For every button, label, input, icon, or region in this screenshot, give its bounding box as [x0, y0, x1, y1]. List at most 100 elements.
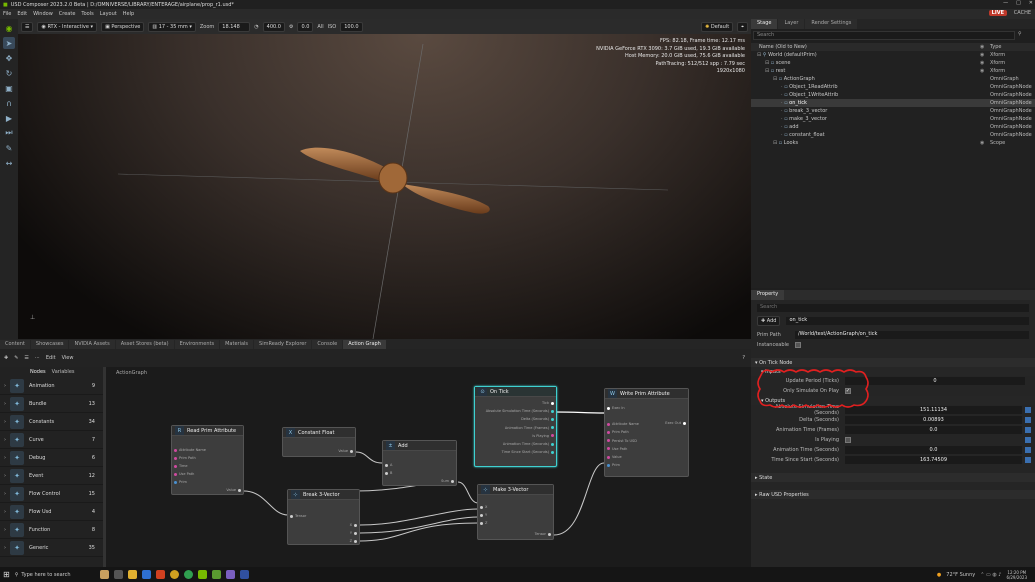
add-icon[interactable]: ✚	[4, 355, 8, 361]
focal-field[interactable]: 400.0	[262, 21, 285, 32]
taskbar-search[interactable]: ⚲ Type here to search	[15, 572, 95, 578]
edit-icon[interactable]: ✎	[14, 355, 18, 361]
chevron-right-icon[interactable]: ›	[0, 419, 10, 425]
stage-row-break-3-vector[interactable]: · ▫ break_3_vector OmniGraphNode	[751, 107, 1035, 115]
tab-nodes[interactable]: Nodes	[30, 369, 46, 375]
chevron-right-icon[interactable]: ›	[0, 401, 10, 407]
category-flow-control[interactable]: › ✦ Flow Control 15	[0, 485, 103, 503]
tab-render-settings[interactable]: Render Settings	[805, 19, 858, 29]
ag-view-menu[interactable]: View	[62, 355, 74, 361]
stage-row-world-defaultprim-[interactable]: ⊟ ⚲ World (defaultPrim) ◉ Xform	[751, 51, 1035, 59]
instanceable-checkbox[interactable]	[795, 342, 801, 348]
help-icon[interactable]: ?	[742, 355, 745, 361]
section-raw-usd[interactable]: ▸ Raw USD Properties	[751, 490, 1035, 499]
output-value[interactable]: 0.00893	[845, 416, 1022, 424]
windows-start-icon[interactable]: ⊞	[3, 570, 10, 579]
nvidia-app-icon[interactable]	[211, 570, 221, 579]
close-icon[interactable]: ✕	[1029, 0, 1033, 6]
visibility-eye-icon[interactable]: ◉	[980, 140, 990, 146]
tab-content[interactable]: Content	[0, 340, 30, 349]
visibility-eye-icon[interactable]: ◉	[980, 68, 990, 74]
gear-icon[interactable]: ⚙	[289, 24, 293, 30]
tab-stage[interactable]: Stage	[751, 19, 778, 29]
stage-row-rest[interactable]: ⊟ ▫ rest ◉ Xform	[751, 67, 1035, 75]
is-playing-checkbox[interactable]	[845, 437, 851, 443]
prim-name-field[interactable]: on_tick	[786, 317, 1029, 325]
menu-window[interactable]: Window	[33, 11, 53, 17]
expand-icon[interactable]: ⊟	[757, 52, 761, 58]
menu-edit[interactable]: Edit	[17, 11, 27, 17]
add-button[interactable]: ✚ Add	[757, 316, 781, 326]
stage-row-object-1readattrib[interactable]: · ▫ Object_1ReadAttrib OmniGraphNode	[751, 83, 1035, 91]
tab-action-graph[interactable]: Action Graph	[343, 340, 386, 349]
keyframe-icon[interactable]	[1025, 447, 1031, 453]
settings-button[interactable]: ☰	[21, 21, 34, 32]
category-constants[interactable]: › ✦ Constants 34	[0, 413, 103, 431]
tab-asset-stores[interactable]: Asset Stores (beta)	[115, 340, 174, 349]
chrome-icon[interactable]	[169, 570, 179, 579]
node-add[interactable]: ± Add A B Sum	[382, 440, 457, 486]
tab-property[interactable]: Property	[751, 290, 785, 300]
keyframe-icon[interactable]	[1025, 427, 1031, 433]
menu-icon[interactable]: ☰	[24, 355, 28, 361]
chevron-right-icon[interactable]: ›	[0, 527, 10, 533]
tab-layer[interactable]: Layer	[778, 19, 805, 29]
store-icon[interactable]	[141, 570, 151, 579]
measure-icon[interactable]: ↔	[3, 157, 15, 169]
chevron-right-icon[interactable]: ›	[0, 509, 10, 515]
select-tool-icon[interactable]: ➤	[3, 37, 15, 49]
menu-layout[interactable]: Layout	[100, 11, 117, 17]
live-badge[interactable]: LIVE	[988, 10, 1007, 16]
keyframe-icon[interactable]	[1025, 417, 1031, 423]
camera-select[interactable]: ▣ Perspective	[101, 21, 145, 32]
stage-row-scene[interactable]: ⊟ ▫ scene ◉ Xform	[751, 59, 1035, 67]
menu-file[interactable]: File	[3, 11, 11, 17]
app-icon-purple[interactable]	[225, 570, 235, 579]
chevron-right-icon[interactable]: ›	[0, 383, 10, 389]
node-make-3-vector[interactable]: ⊹ Make 3-Vector X Y Z Tensor	[477, 484, 554, 540]
chevron-right-icon[interactable]: ›	[0, 437, 10, 443]
chevron-right-icon[interactable]: ›	[0, 473, 10, 479]
node-constant-float[interactable]: X Constant Float Value	[282, 427, 356, 457]
node-write-prim-attribute[interactable]: W Write Prim Attribute Exec In Attribute N…	[604, 388, 689, 477]
expand-icon[interactable]: ⊟	[765, 68, 769, 74]
stage-row-looks[interactable]: ⊟ ▫ Looks ◉ Scope	[751, 139, 1035, 147]
graph-canvas[interactable]: ActionGraph R Read Prim Attribute Attribu…	[106, 367, 751, 567]
play-icon[interactable]: ▶	[3, 112, 15, 124]
visibility-eye-icon[interactable]: ◉	[980, 52, 990, 58]
visibility-eye-icon[interactable]: ◉	[980, 60, 990, 66]
file-explorer-icon[interactable]	[127, 570, 137, 579]
tab-simready-explorer[interactable]: SimReady Explorer	[254, 340, 312, 349]
menu-create[interactable]: Create	[59, 11, 76, 17]
cache-badge[interactable]: CACHE	[1014, 10, 1031, 16]
category-flow-usd[interactable]: › ✦ Flow Usd 4	[0, 503, 103, 521]
expand-icon[interactable]: ⊟	[773, 76, 777, 82]
prim-path-field[interactable]: /World/test/ActionGraph/on_tick	[795, 331, 1029, 339]
category-curve[interactable]: › ✦ Curve 7	[0, 431, 103, 449]
zoom-field[interactable]: 18.148	[218, 21, 251, 32]
renderer-select[interactable]: ◉ RTX - Interactive ▾	[37, 21, 98, 32]
menu-tools[interactable]: Tools	[81, 11, 93, 17]
app-icon-red[interactable]	[155, 570, 165, 579]
clock[interactable]: 12:20 PM 6/29/2023	[1006, 570, 1027, 580]
app-icon-green[interactable]	[183, 570, 193, 579]
lens-select[interactable]: ▥ 17 - 35 mm ▾	[148, 21, 196, 32]
lighting-preset[interactable]: ✺ Default	[701, 21, 734, 32]
tab-environments[interactable]: Environments	[174, 340, 220, 349]
paint-icon[interactable]: ✎	[3, 142, 15, 154]
category-animation[interactable]: › ✦ Animation 9	[0, 377, 103, 395]
omniverse-icon[interactable]	[197, 570, 207, 579]
output-value[interactable]: 0.0	[845, 446, 1022, 454]
section-on-tick-node[interactable]: ▾ On Tick Node	[751, 358, 1035, 367]
snap-tool-icon[interactable]: ∩	[3, 97, 15, 109]
tab-materials[interactable]: Materials	[220, 340, 254, 349]
node-break-3-vector[interactable]: ⊹ Break 3-Vector Tensor X Y Z	[287, 489, 360, 545]
stage-row-constant-float[interactable]: · ▫ constant_float OmniGraphNode	[751, 131, 1035, 139]
node-read-prim-attribute[interactable]: R Read Prim Attribute Attribute Name Prim…	[171, 425, 244, 495]
ag-edit-menu[interactable]: Edit	[46, 355, 56, 361]
aperture-field[interactable]: 0.0	[297, 21, 314, 32]
maximize-icon[interactable]: □	[1016, 0, 1021, 6]
property-search-input[interactable]: Search	[757, 304, 1029, 312]
stage-row-on-tick[interactable]: · ▫ on_tick OmniGraphNode	[751, 99, 1035, 107]
chevron-right-icon[interactable]: ›	[0, 545, 10, 551]
